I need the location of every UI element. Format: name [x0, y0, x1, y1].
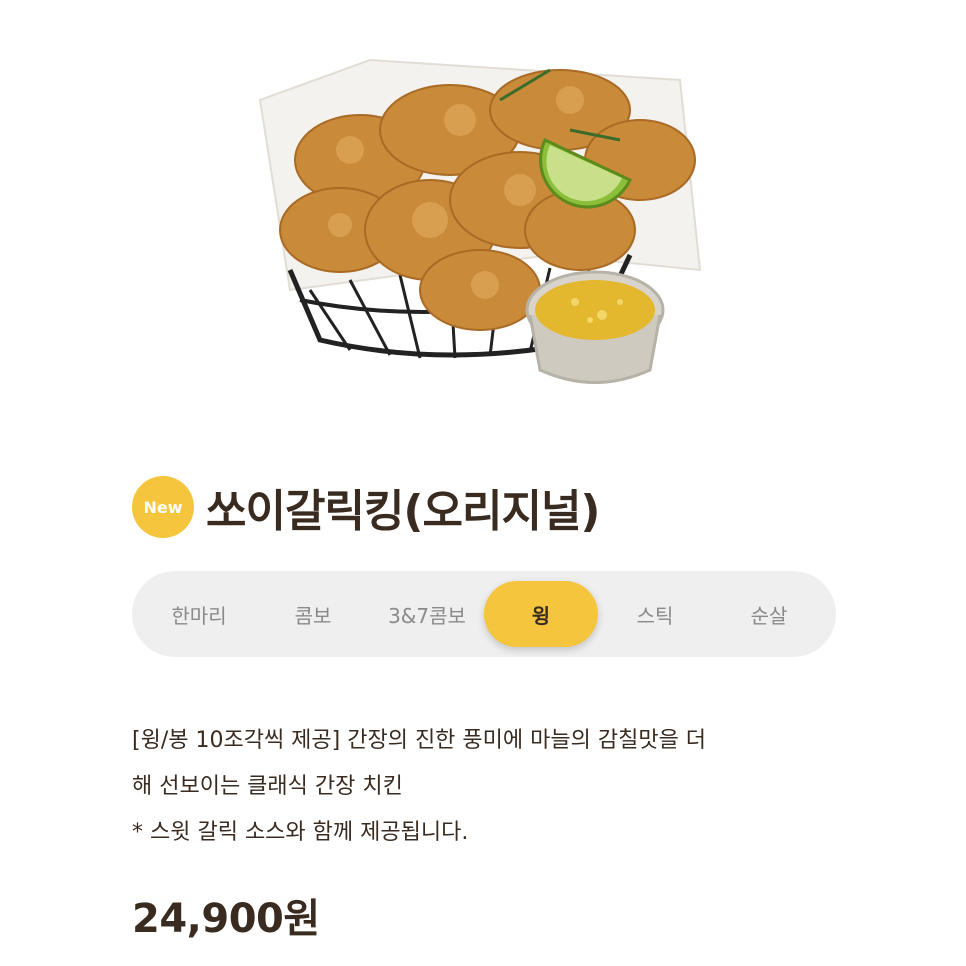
product-image [250, 40, 720, 400]
tab-wing[interactable]: 윙 [484, 581, 598, 647]
new-badge: New [132, 476, 194, 538]
tab-boneless[interactable]: 순살 [712, 581, 826, 647]
size-tabs: 한마리 콤보 3&7콤보 윙 스틱 순살 [132, 571, 836, 657]
product-title: 쏘이갈릭킹(오리지널) [206, 486, 601, 537]
tab-stick[interactable]: 스틱 [598, 581, 712, 647]
tab-whole[interactable]: 한마리 [142, 581, 256, 647]
tab-combo[interactable]: 콤보 [256, 581, 370, 647]
title-row: New 쏘이갈릭킹(오리지널) [132, 474, 601, 540]
tab-3-7-combo[interactable]: 3&7콤보 [370, 581, 484, 647]
description-line: [윙/봉 10조각씩 제공] 간장의 진한 풍미에 마늘의 감칠맛을 더 [132, 728, 707, 753]
product-description: [윙/봉 10조각씩 제공] 간장의 진한 풍미에 마늘의 감칠맛을 더 해 선… [132, 718, 852, 856]
product-price: 24,900원 [132, 896, 320, 942]
description-line: 해 선보이는 클래식 간장 치킨 [132, 774, 403, 799]
description-line: * 스윗 갈릭 소스와 함께 제공됩니다. [132, 820, 469, 845]
